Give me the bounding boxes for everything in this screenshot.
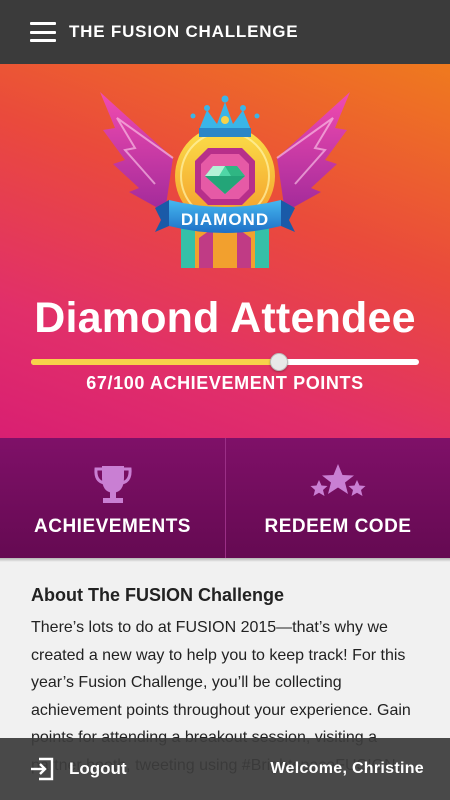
achievements-button[interactable]: ACHIEVEMENTS (0, 438, 225, 558)
about-heading: About The FUSION Challenge (31, 585, 285, 605)
points-progress-bar (31, 353, 419, 371)
logout-icon (31, 757, 54, 781)
badge-label: DIAMOND (181, 210, 269, 229)
points-text: 67/100 ACHIEVEMENT POINTS (86, 373, 364, 393)
level-title: Diamond Attendee (34, 294, 416, 342)
action-tiles: ACHIEVEMENTS REDEEM CODE (0, 438, 450, 558)
progress-fill (31, 359, 280, 365)
logout-label: Logout (69, 759, 127, 778)
achievements-label: ACHIEVEMENTS (34, 516, 191, 537)
app-title: THE FUSION CHALLENGE (69, 22, 299, 41)
progress-handle[interactable] (270, 353, 289, 371)
redeem-code-button[interactable]: REDEEM CODE (225, 438, 450, 558)
diamond-badge-icon: DIAMOND (100, 92, 350, 268)
logout-button[interactable]: Logout (30, 757, 127, 781)
trophy-icon (0, 462, 225, 506)
footer-bar: Logout Welcome, Christine (0, 738, 450, 800)
divider-shadow (0, 558, 450, 562)
achievement-hero: DIAMOND Diamond Attendee 67/100 ACHIEVEM… (0, 64, 450, 438)
stars-icon (226, 462, 450, 506)
hamburger-menu-icon[interactable] (30, 22, 56, 42)
redeem-code-label: REDEEM CODE (264, 516, 412, 537)
app-header: THE FUSION CHALLENGE (0, 0, 450, 64)
welcome-text: Welcome, Christine (270, 760, 424, 777)
